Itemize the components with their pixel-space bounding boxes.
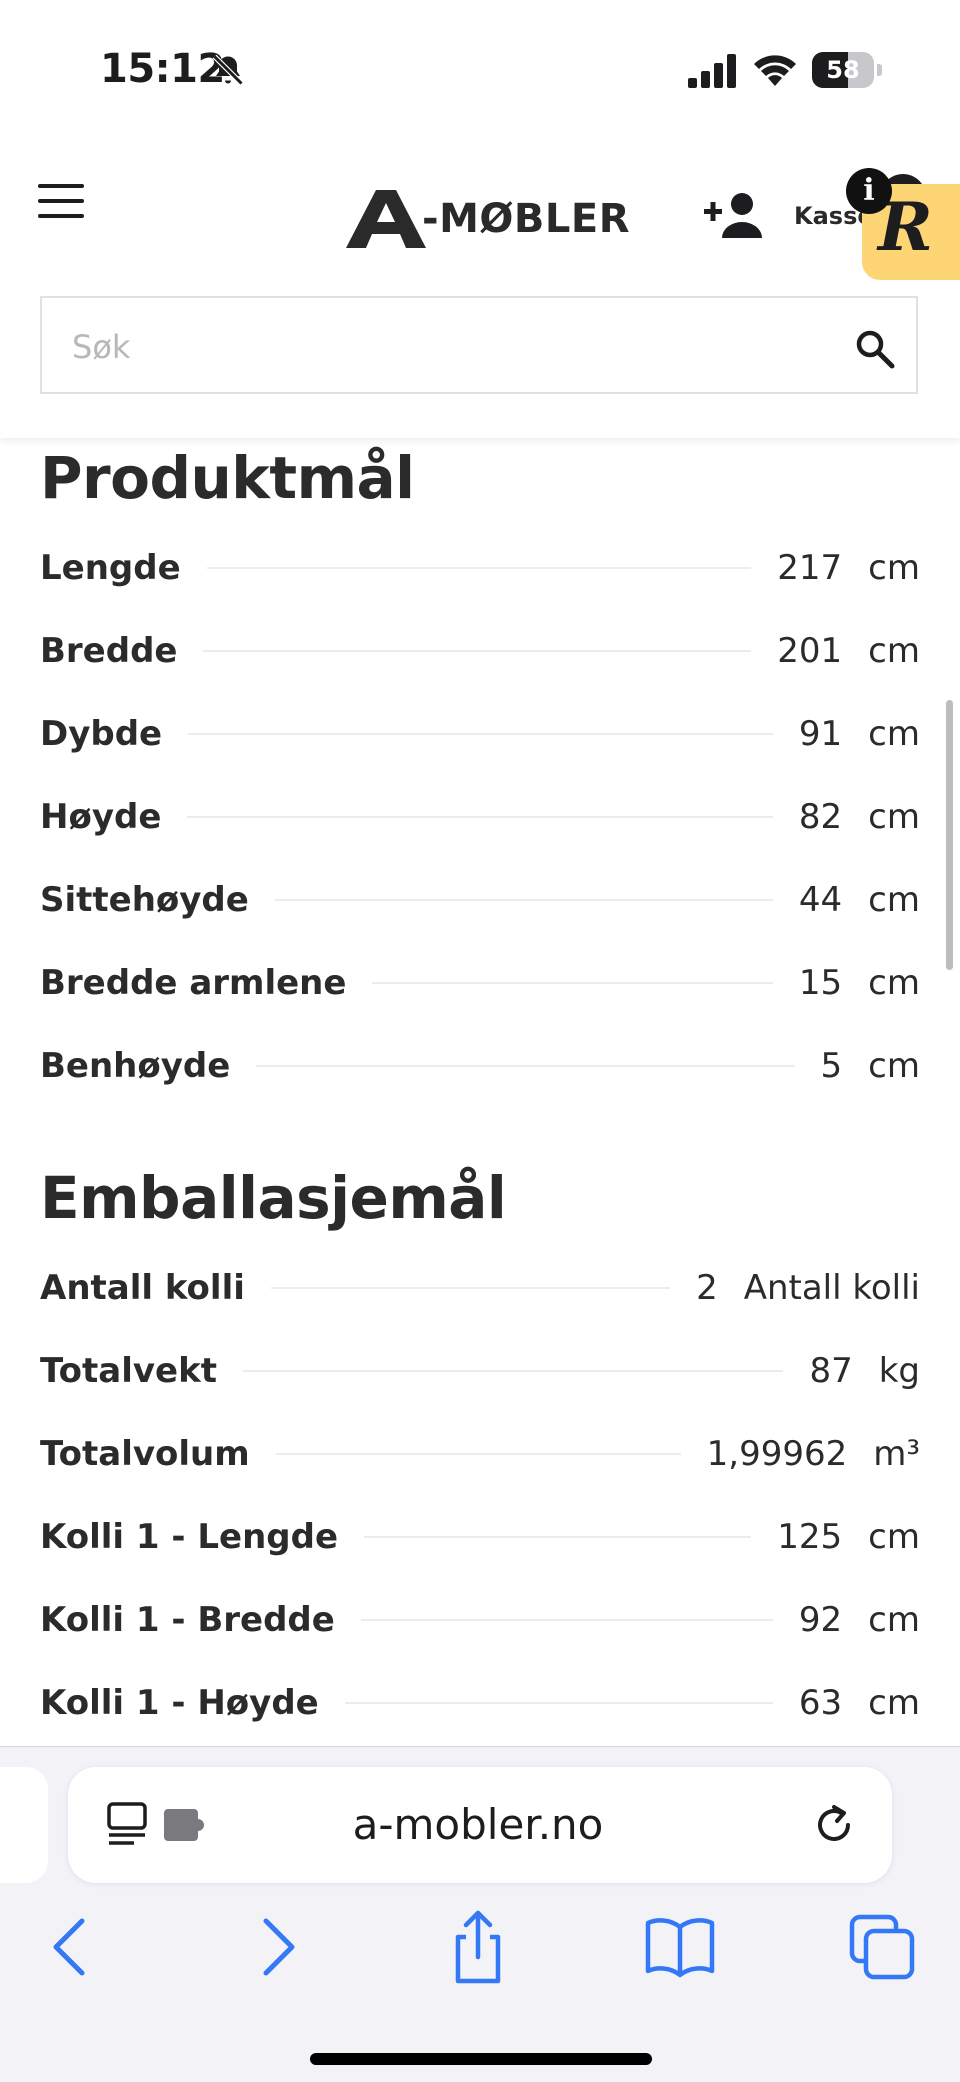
spec-unit: cm — [868, 1517, 920, 1557]
spec-unit: cm — [868, 548, 920, 588]
spec-label: Sittehøyde — [40, 880, 249, 920]
spec-row: Bredde 201 cm — [40, 621, 920, 681]
spec-unit: cm — [868, 963, 920, 1003]
spec-row: Bredde armlene 15 cm — [40, 953, 920, 1013]
spec-label: Lengde — [40, 548, 181, 588]
spec-value: 92 — [798, 1600, 843, 1640]
spec-row: Dybde 91 cm — [40, 704, 920, 764]
bookmarks-icon[interactable] — [640, 1907, 720, 1987]
spec-label: Antall kolli — [40, 1268, 245, 1308]
cellular-signal-icon — [688, 54, 736, 88]
extension-icon[interactable] — [162, 1807, 208, 1843]
spec-row: Kolli 1 - Bredde 92 cm — [40, 1590, 920, 1650]
site-logo[interactable]: -MØBLER — [344, 186, 630, 252]
site-header: -MØBLER Kasse i R — [0, 140, 960, 438]
spec-unit: cm — [868, 1683, 920, 1723]
spec-row: Kolli 1 - Høyde 63 cm — [40, 1673, 920, 1733]
section-title-product-dimensions: Produktmål — [40, 444, 415, 512]
previous-tab-preview[interactable] — [0, 1767, 48, 1883]
back-icon[interactable] — [30, 1907, 110, 1987]
silent-bell-icon — [212, 54, 244, 86]
spec-label: Totalvolum — [40, 1434, 250, 1474]
spec-row: Totalvolum 1,99962 m³ — [40, 1424, 920, 1484]
spec-unit: cm — [868, 880, 920, 920]
spec-unit: cm — [868, 631, 920, 671]
spec-label: Benhøyde — [40, 1046, 231, 1086]
spec-value: 217 — [777, 548, 843, 588]
scrollbar[interactable] — [946, 700, 953, 970]
spec-label: Kolli 1 - Høyde — [40, 1683, 319, 1723]
spec-row: Høyde 82 cm — [40, 787, 920, 847]
address-bar[interactable]: a-mobler.no — [68, 1767, 892, 1883]
spec-unit: m³ — [873, 1434, 920, 1474]
hamburger-menu-button[interactable] — [38, 182, 86, 222]
spec-row: Benhøyde 5 cm — [40, 1036, 920, 1096]
spec-unit: cm — [868, 1600, 920, 1640]
share-icon[interactable] — [438, 1907, 518, 1987]
search-input[interactable] — [70, 320, 834, 374]
section-title-packaging-dimensions: Emballasjemål — [40, 1164, 507, 1232]
spec-value: 82 — [798, 797, 843, 837]
spec-unit: kg — [878, 1351, 920, 1391]
wifi-icon — [754, 55, 796, 86]
status-bar: 15:12 58 — [0, 0, 960, 140]
spec-value: 5 — [820, 1046, 843, 1086]
spec-label: Bredde — [40, 631, 178, 671]
tabs-icon[interactable] — [842, 1907, 922, 1987]
spec-row: Antall kolli 2 Antall kolli — [40, 1258, 920, 1318]
url-text[interactable]: a-mobler.no — [228, 1767, 728, 1883]
spec-unit: cm — [868, 797, 920, 837]
add-user-icon[interactable] — [704, 190, 764, 240]
spec-row: Lengde 217 cm — [40, 538, 920, 598]
spec-value: 201 — [777, 631, 843, 671]
reader-icon[interactable] — [106, 1801, 148, 1847]
spec-label: Bredde armlene — [40, 963, 347, 1003]
spec-unit: Antall kolli — [743, 1268, 920, 1308]
info-icon[interactable]: i — [846, 168, 892, 214]
spec-value: 91 — [798, 714, 843, 754]
search-box — [40, 296, 918, 394]
spec-unit: cm — [868, 1046, 920, 1086]
spec-row: Totalvekt 87 kg — [40, 1341, 920, 1401]
spec-row: Sittehøyde 44 cm — [40, 870, 920, 930]
reload-icon[interactable] — [810, 1801, 858, 1849]
spec-value: 1,99962 — [706, 1434, 848, 1474]
forward-icon[interactable] — [238, 1907, 318, 1987]
spec-value: 15 — [798, 963, 843, 1003]
browser-toolbar: a-mobler.no — [0, 1746, 960, 2082]
spec-value: 87 — [809, 1351, 853, 1391]
spec-label: Høyde — [40, 797, 162, 837]
spec-label: Dybde — [40, 714, 163, 754]
spec-value: 125 — [777, 1517, 843, 1557]
logo-text: -MØBLER — [422, 196, 631, 242]
spec-row: Kolli 1 - Lengde 125 cm — [40, 1507, 920, 1567]
spec-label: Kolli 1 - Lengde — [40, 1517, 339, 1557]
spec-label: Totalvekt — [40, 1351, 217, 1391]
browser-nav-row — [0, 1907, 960, 1987]
battery-indicator: 58 — [812, 52, 882, 88]
spec-value: 44 — [798, 880, 843, 920]
menu-icon — [38, 184, 84, 188]
status-time: 15:12 — [100, 46, 225, 92]
spec-value: 2 — [696, 1268, 718, 1308]
logo-a-icon — [346, 190, 426, 248]
battery-level: 58 — [826, 56, 860, 84]
spec-unit: cm — [868, 714, 920, 754]
spec-value: 63 — [798, 1683, 843, 1723]
home-indicator[interactable] — [310, 2053, 652, 2065]
search-icon[interactable] — [854, 328, 896, 370]
spec-label: Kolli 1 - Bredde — [40, 1600, 335, 1640]
